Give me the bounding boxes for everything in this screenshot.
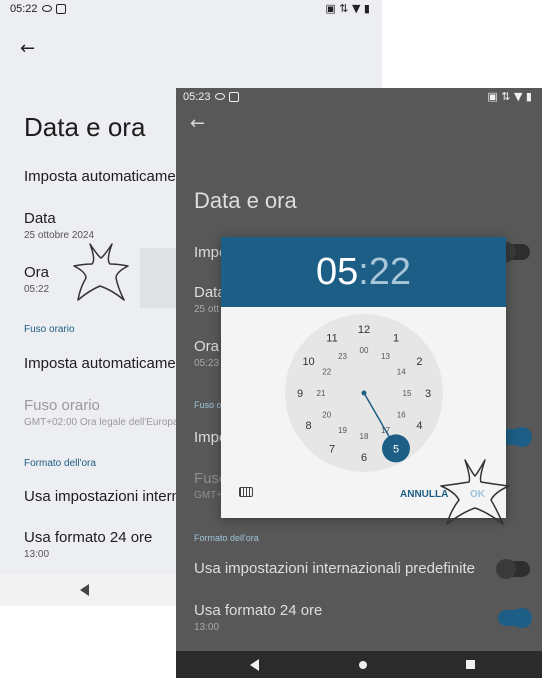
clock-hour-14[interactable]: 14: [397, 368, 406, 377]
system-icons: ▣ ⇅ ▼ ▮: [325, 2, 370, 15]
item-value: 05:23: [194, 358, 220, 369]
24h-format-item[interactable]: Usa formato 24 ore 13:00: [24, 529, 152, 560]
section-header-time-format: Formato dell'ora: [194, 533, 259, 543]
clock-hour-22[interactable]: 22: [322, 368, 331, 377]
clock-hour-15[interactable]: 15: [403, 389, 412, 398]
auto-timezone-item[interactable]: Imposta automaticamente: [24, 355, 197, 372]
recents-nav-icon[interactable]: [466, 660, 475, 669]
back-arrow-icon[interactable]: ←: [190, 113, 205, 134]
clock-hour-7[interactable]: 7: [329, 443, 335, 455]
back-arrow-icon[interactable]: ←: [20, 38, 35, 59]
clock-face[interactable]: 121234567891011001314151617181920212223: [221, 307, 506, 482]
date-item[interactable]: Data 25 ottobre 2024: [24, 210, 94, 241]
hour-display[interactable]: 05: [316, 251, 358, 293]
section-header-timezone: Fuso o: [194, 400, 222, 410]
tap-indicator-icon: [73, 243, 129, 301]
clock-center: [361, 390, 367, 396]
clock-hour-19[interactable]: 19: [338, 426, 347, 435]
clock-hour-9[interactable]: 9: [297, 388, 303, 400]
clock-hour-18[interactable]: 18: [360, 432, 369, 441]
item-label: Usa formato 24 ore: [194, 602, 323, 619]
item-label: Imposta automaticamente: [24, 355, 197, 372]
time-item[interactable]: Ora 05:22: [24, 264, 49, 295]
item-label: Ora: [194, 338, 220, 355]
locale-default-item[interactable]: Usa impostazioni internazionali predefin…: [194, 560, 475, 577]
tap-indicator-icon: [440, 459, 510, 525]
clock-hour-17[interactable]: 17: [381, 426, 390, 435]
time-display: 05:22: [221, 251, 506, 294]
page-title: Data e ora: [194, 188, 297, 213]
clock-hour-00[interactable]: 00: [360, 346, 369, 355]
auto-time-item[interactable]: Imposta automaticamente: [24, 168, 197, 185]
clock-hour-6[interactable]: 6: [361, 452, 367, 464]
item-value: 13:00: [24, 549, 50, 560]
screen-record-icon: [229, 92, 239, 102]
clock-hour-16[interactable]: 16: [397, 411, 406, 420]
status-time: 05:22: [10, 3, 38, 15]
item-label: Usa formato 24 ore: [24, 529, 153, 546]
back-nav-icon[interactable]: [80, 584, 89, 596]
section-header-time-format: Formato dell'ora: [24, 458, 96, 469]
status-bar: 05:22 ▣ ⇅ ▼ ▮: [0, 0, 382, 22]
minute-display[interactable]: 22: [369, 251, 411, 293]
section-header-timezone: Fuso orario: [24, 324, 75, 335]
clock-hour-10[interactable]: 10: [302, 356, 314, 368]
item-value: 13:00: [194, 622, 220, 633]
clock-hour-2[interactable]: 2: [416, 356, 422, 368]
keyboard-icon[interactable]: [239, 487, 253, 497]
item-label: Ora: [24, 264, 50, 281]
clock-hour-3[interactable]: 3: [425, 388, 431, 400]
clock-hour-20[interactable]: 20: [322, 411, 331, 420]
system-icons: ▣ ⇅ ▼ ▮: [487, 90, 532, 103]
item-label: Imposta automaticamente: [24, 168, 197, 185]
24h-format-toggle[interactable]: [498, 608, 532, 628]
navigation-bar: [176, 651, 542, 678]
home-nav-icon[interactable]: [359, 661, 367, 669]
clock-hour-1[interactable]: 1: [393, 333, 399, 345]
page-title: Data e ora: [24, 112, 146, 142]
time-separator: :: [358, 251, 369, 293]
item-label: Usa impostazioni internazionali predefin…: [194, 560, 475, 577]
item-value: 05:22: [24, 284, 50, 295]
back-nav-icon[interactable]: [250, 659, 259, 671]
eye-icon: [42, 5, 52, 12]
item-label: Data: [24, 210, 56, 227]
clock-hour-21[interactable]: 21: [317, 389, 326, 398]
status-bar: 05:23 ▣ ⇅ ▼ ▮: [176, 88, 542, 110]
screen-record-icon: [56, 4, 66, 14]
item-value: 25 ottobre 2024: [24, 230, 95, 241]
clock-hour-4[interactable]: 4: [416, 420, 422, 432]
locale-default-toggle[interactable]: [496, 559, 530, 579]
eye-icon: [215, 93, 225, 100]
clock-hour-5[interactable]: 5: [393, 443, 399, 455]
24h-format-item[interactable]: Usa formato 24 ore 13:00: [194, 602, 322, 633]
status-time: 05:23: [183, 91, 211, 103]
clock-hour-11[interactable]: 11: [326, 333, 337, 345]
clock-hour-12[interactable]: 12: [358, 324, 370, 336]
clock-hour-13[interactable]: 13: [381, 352, 390, 361]
time-item[interactable]: Ora 05:23: [194, 338, 219, 369]
clock-hour-8[interactable]: 8: [306, 420, 312, 432]
clock-hour-23[interactable]: 23: [338, 352, 347, 361]
